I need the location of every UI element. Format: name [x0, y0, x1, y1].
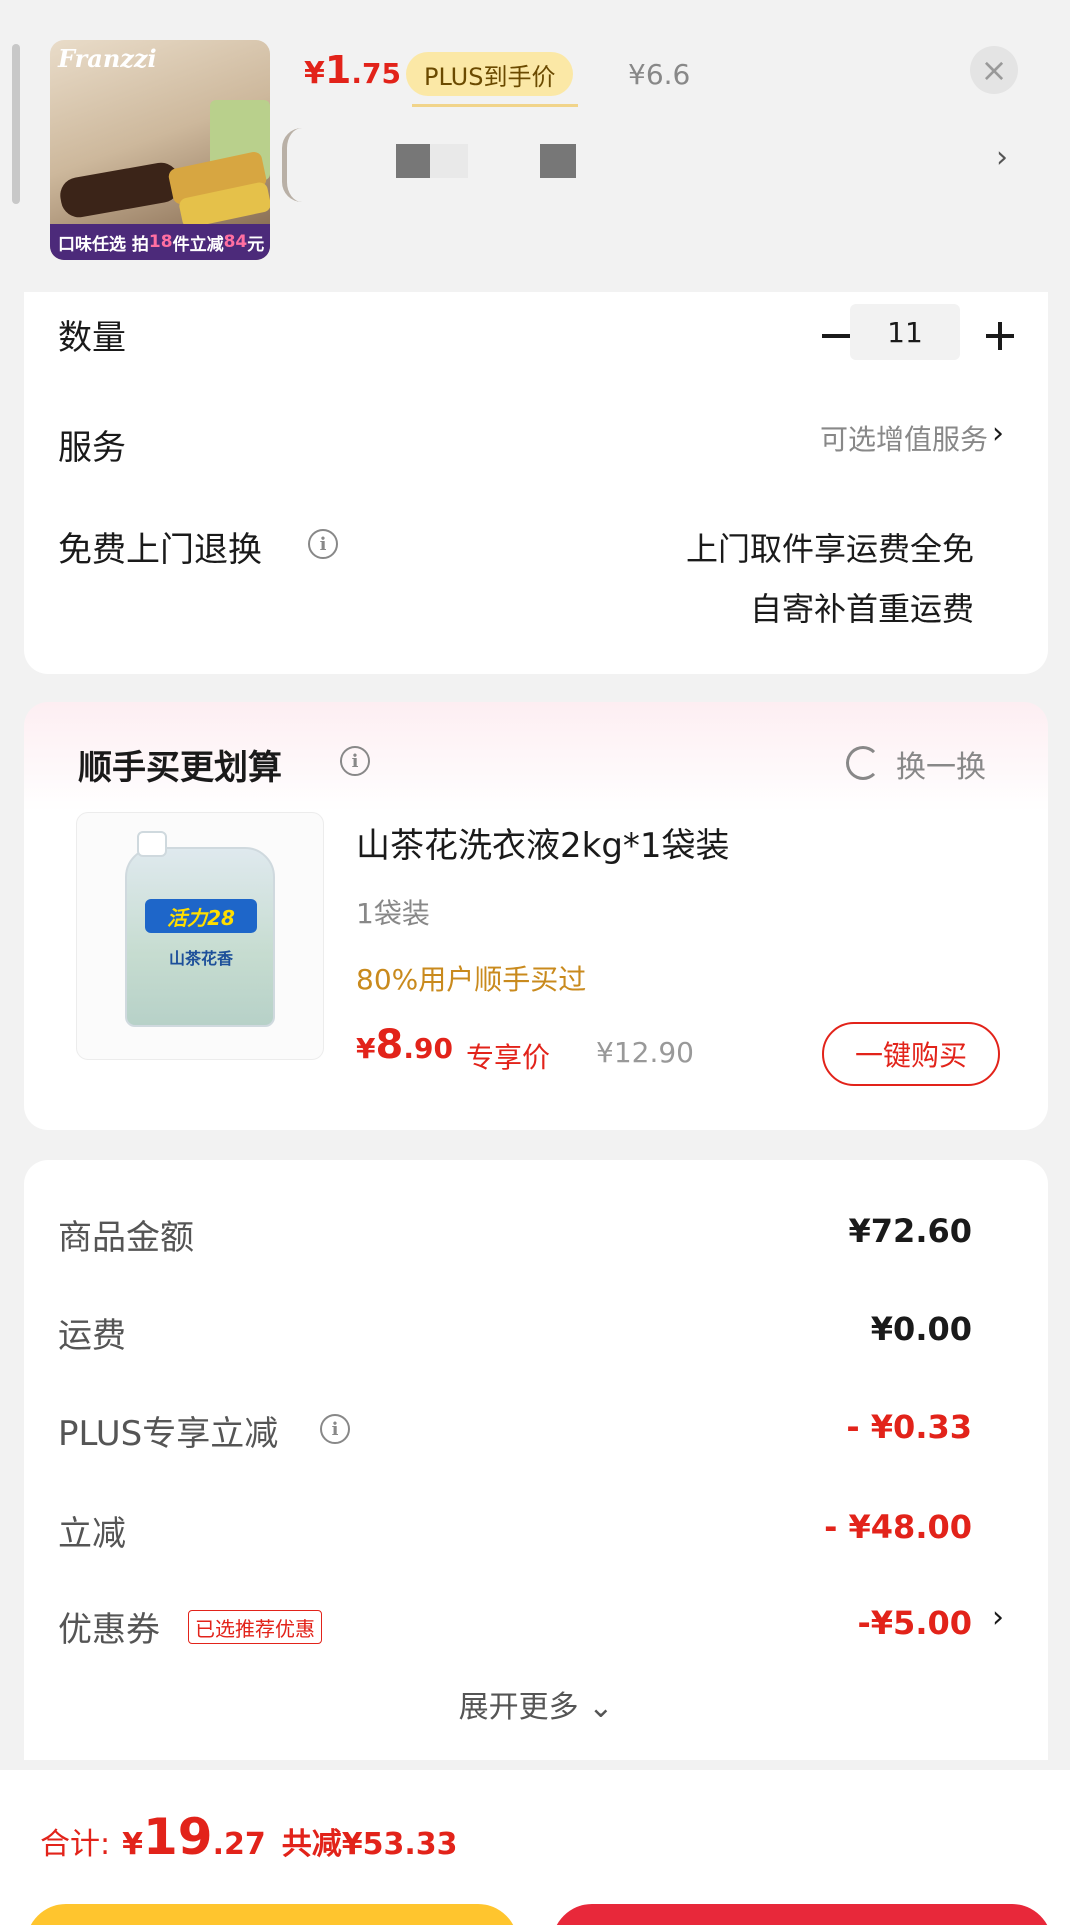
quantity-label: 数量: [58, 318, 126, 358]
discount-label: 立减: [58, 1514, 126, 1554]
price-currency: ¥: [356, 1032, 376, 1065]
submit-order-button[interactable]: [552, 1904, 1052, 1925]
thumbnail-brand: Franzzi: [58, 44, 157, 73]
coupon-label: 优惠券: [58, 1610, 160, 1650]
original-price: ¥6.6: [628, 58, 691, 91]
close-icon[interactable]: ×: [970, 46, 1018, 94]
plus-discount-value: - ¥0.33: [846, 1408, 972, 1446]
product-thumbnail[interactable]: Franzzi 口味任选 拍 18 件立减 84 元: [50, 40, 270, 260]
recommend-price: ¥8.90: [356, 1022, 453, 1068]
thumbnail-promo-badge: 口味任选 拍 18 件立减 84 元: [50, 224, 270, 260]
total-decimal: .27: [212, 1827, 266, 1862]
variant-option[interactable]: [540, 144, 576, 178]
return-detail-2: 自寄补首重运费: [749, 590, 974, 628]
recommend-item-spec: 1袋装: [356, 897, 430, 930]
recommend-item-image[interactable]: 活力28 山茶花香: [76, 812, 324, 1060]
coupon-recommended-badge: 已选推荐优惠: [188, 1610, 322, 1644]
recommend-item-name[interactable]: 山茶花洗衣液2kg*1袋装: [356, 818, 730, 867]
one-click-buy-button[interactable]: 一键购买: [822, 1022, 1000, 1086]
chevron-right-icon[interactable]: ›: [992, 416, 1004, 451]
price-decimal: .90: [403, 1032, 453, 1065]
info-icon[interactable]: i: [340, 746, 370, 776]
badge-amount: 84: [223, 232, 248, 252]
info-icon[interactable]: i: [320, 1414, 350, 1444]
goods-amount-value: ¥72.60: [848, 1212, 972, 1250]
recommend-original-price: ¥12.90: [596, 1036, 694, 1069]
variant-option[interactable]: [396, 144, 430, 178]
swap-button[interactable]: 换一换: [896, 742, 986, 786]
detergent-pouch-graphic: 活力28 山茶花香: [125, 831, 275, 1027]
recommend-social-proof: 80%用户顺手买过: [356, 963, 587, 996]
price-integer: 8: [375, 1022, 404, 1068]
options-card: 数量 11 服务 可选增值服务 › 免费上门退换 i 上门取件享运费全免 自寄补…: [24, 292, 1048, 674]
price-integer: 1: [324, 48, 352, 92]
recommend-title: 顺手买更划算: [78, 748, 282, 788]
order-total: 合计: ¥19.27 共减¥53.33: [40, 1808, 458, 1866]
plus-tag-underline: [412, 104, 578, 107]
scrollbar[interactable]: [12, 44, 20, 204]
badge-qty: 18: [148, 232, 173, 252]
quantity-input[interactable]: 11: [850, 304, 960, 360]
expand-more-button[interactable]: 展开更多 ⌄: [24, 1682, 1048, 1726]
price-summary-card: 商品金额 ¥72.60 运费 ¥0.00 PLUS专享立减 i - ¥0.33 …: [24, 1160, 1048, 1760]
checkout-bar: 合计: ¥19.27 共减¥53.33: [0, 1770, 1070, 1925]
thumbnail-graphic: [57, 159, 183, 221]
badge-text: 口味任选 拍: [58, 234, 149, 255]
plus-icon[interactable]: [978, 314, 1022, 358]
product-header: Franzzi 口味任选 拍 18 件立减 84 元 ¥1.75 PLUS到手价 ¥6.…: [0, 0, 1070, 292]
service-label: 服务: [58, 428, 126, 468]
recommend-card: 顺手买更划算 i 换一换 活力28 山茶花香 山茶花洗衣液2kg*1袋装 1袋装…: [24, 702, 1048, 1130]
shipping-value: ¥0.00: [870, 1310, 972, 1348]
shipping-label: 运费: [58, 1316, 126, 1356]
return-detail-1: 上门取件享运费全免: [685, 530, 974, 568]
coupon-value[interactable]: -¥5.00: [858, 1604, 973, 1642]
pouch-logo: 活力28: [145, 899, 257, 933]
goods-amount-label: 商品金额: [58, 1218, 194, 1258]
exclusive-price-label: 专享价: [466, 1041, 551, 1074]
total-currency: ¥: [122, 1827, 143, 1862]
info-icon[interactable]: i: [308, 529, 338, 559]
pouch-spout: [137, 831, 167, 857]
chevron-right-icon[interactable]: ›: [996, 140, 1008, 175]
badge-text: 元: [247, 234, 265, 255]
price-decimal: .75: [351, 57, 401, 90]
variant-thumbnail-edge[interactable]: [282, 128, 302, 202]
plus-price-tag: PLUS到手价: [406, 52, 574, 96]
chevron-right-icon[interactable]: ›: [992, 1600, 1004, 1635]
total-integer: 19: [142, 1808, 213, 1866]
secondary-action-button[interactable]: [26, 1904, 518, 1925]
discount-value: - ¥48.00: [824, 1508, 972, 1546]
total-label: 合计:: [40, 1827, 111, 1862]
plus-discount-label: PLUS专享立减: [58, 1414, 279, 1454]
variant-option[interactable]: [430, 144, 468, 178]
total-savings: 共减¥53.33: [281, 1827, 458, 1862]
refresh-icon[interactable]: [846, 746, 880, 780]
return-label: 免费上门退换: [58, 530, 262, 570]
service-value[interactable]: 可选增值服务: [820, 418, 988, 458]
price-currency: ¥: [304, 56, 325, 91]
pouch-label: 山茶花香: [168, 949, 233, 968]
product-price: ¥1.75: [304, 48, 401, 104]
badge-text: 件立减: [172, 234, 224, 255]
